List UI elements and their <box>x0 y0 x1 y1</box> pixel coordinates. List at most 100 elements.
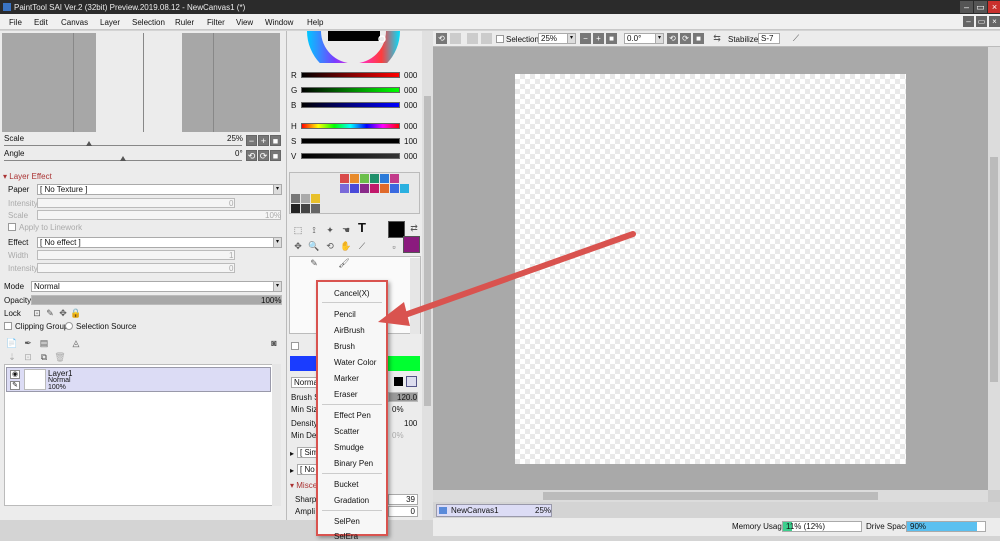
zoom-reset-button[interactable]: ■ <box>270 135 281 146</box>
swatch[interactable] <box>291 204 300 213</box>
new-linework-layer-icon[interactable]: ✒ <box>22 337 34 349</box>
canvas-zoom-reset-button[interactable]: ■ <box>606 33 617 44</box>
brush-tool-icon[interactable]: 🖌 <box>338 257 350 269</box>
swap-colors-icon[interactable]: ⇄ <box>408 222 420 234</box>
stabilizer-select[interactable]: S-7 <box>758 33 780 44</box>
flip-horizontal-icon[interactable]: ⇆ <box>711 32 723 44</box>
swatch[interactable] <box>400 184 409 193</box>
menu-item-brush[interactable]: Brush <box>334 342 355 351</box>
lock-transparency-icon[interactable]: ⊡ <box>31 307 43 319</box>
swatch[interactable] <box>370 184 379 193</box>
hand-tool-icon[interactable]: ✋ <box>340 240 352 252</box>
hue-slider[interactable] <box>301 123 400 129</box>
clear-layer-icon[interactable]: ⊡ <box>22 351 34 363</box>
menu-item-gradation[interactable]: Gradation <box>334 496 369 505</box>
canvas-vertical-scrollbar[interactable] <box>988 47 1000 490</box>
layer-list-scrollbar[interactable] <box>272 364 281 506</box>
new-folder-icon[interactable]: ▤ <box>38 337 50 349</box>
sharpness-value[interactable]: 39 <box>388 494 418 505</box>
transparent-color-icon[interactable]: ▫ <box>388 241 400 253</box>
swatch[interactable] <box>350 184 359 193</box>
rotate-reset-canvas-button[interactable]: ■ <box>693 33 704 44</box>
scale-effect-slider[interactable] <box>37 210 281 220</box>
menu-selection[interactable]: Selection <box>132 18 165 27</box>
swatch[interactable] <box>301 204 310 213</box>
text-tool-icon[interactable]: T <box>356 221 368 234</box>
apply-linework-checkbox[interactable] <box>8 223 16 231</box>
swatch[interactable] <box>301 194 310 203</box>
menu-item-marker[interactable]: Marker <box>334 374 359 383</box>
tool-grid-scrollbar[interactable] <box>410 258 420 334</box>
menu-filter[interactable]: Filter <box>207 18 225 27</box>
rotate-reset-button[interactable]: ■ <box>270 150 281 161</box>
menu-edit[interactable]: Edit <box>34 18 48 27</box>
rotate-tool-icon[interactable]: ⟲ <box>324 240 336 252</box>
doc-restore-button[interactable]: ▭ <box>976 16 987 27</box>
swatch[interactable] <box>340 184 349 193</box>
zoom-in-button[interactable]: + <box>258 135 269 146</box>
layer-select-icon[interactable]: ☚ <box>340 224 352 236</box>
paper-select[interactable]: [ No Texture ] ▾ <box>37 184 282 195</box>
swatch[interactable] <box>350 174 359 183</box>
swatch[interactable] <box>390 174 399 183</box>
angle-slider-thumb[interactable] <box>120 156 126 161</box>
duplicate-layer-icon[interactable]: ⧉ <box>38 351 50 363</box>
brush-size-preset-selected[interactable] <box>406 376 417 387</box>
color-wheel[interactable] <box>302 31 405 63</box>
menu-item-airbrush[interactable]: AirBrush <box>334 326 365 335</box>
menu-item-selpen[interactable]: SelPen <box>334 517 360 526</box>
menu-ruler[interactable]: Ruler <box>175 18 194 27</box>
swatch[interactable] <box>311 194 320 203</box>
scale-slider[interactable] <box>4 145 242 146</box>
redo-icon[interactable] <box>450 33 461 44</box>
swatch[interactable] <box>380 184 389 193</box>
amplitude-value[interactable]: 0 <box>388 506 418 517</box>
menu-item-cancel[interactable]: Cancel(X) <box>334 289 370 298</box>
canvas-zoom-out-button[interactable]: − <box>580 33 591 44</box>
invert-selection-button[interactable] <box>481 33 492 44</box>
doc-close-button[interactable]: × <box>989 16 1000 27</box>
menu-item-pencil[interactable]: Pencil <box>334 310 356 319</box>
pencil-icon[interactable]: ✎ <box>10 381 20 390</box>
secondary-color-swatch[interactable] <box>403 236 420 253</box>
minimize-button[interactable]: – <box>960 1 973 13</box>
move-tool-icon[interactable]: ✥ <box>292 240 304 252</box>
tool-panel-scroll-thumb[interactable] <box>424 96 431 406</box>
menu-item-eraser[interactable]: Eraser <box>334 390 358 399</box>
zoom-tool-icon[interactable]: 🔍 <box>308 240 320 252</box>
saturation-slider[interactable] <box>301 138 400 144</box>
canvas-zoom-in-button[interactable]: + <box>593 33 604 44</box>
delete-layer-icon[interactable]: 🗑 <box>54 351 66 363</box>
red-slider[interactable] <box>301 72 400 78</box>
intensity2-slider[interactable] <box>37 263 235 273</box>
swatch[interactable] <box>311 204 320 213</box>
menu-help[interactable]: Help <box>307 18 323 27</box>
brush-texture-expander[interactable]: ▸ <box>290 466 294 475</box>
line-tool-icon[interactable]: ⟋ <box>790 32 802 44</box>
scale-slider-thumb[interactable] <box>86 141 92 146</box>
misc-header[interactable]: ▾ Misce <box>290 481 317 490</box>
close-button[interactable]: × <box>988 1 1000 13</box>
blue-slider[interactable] <box>301 102 400 108</box>
lock-move-icon[interactable]: ✥ <box>57 307 69 319</box>
menu-item-smudge[interactable]: Smudge <box>334 443 364 452</box>
magic-wand-icon[interactable]: ✦ <box>324 224 336 236</box>
menu-item-selera[interactable]: SelEra <box>334 532 358 541</box>
swatch[interactable] <box>390 184 399 193</box>
lock-all-icon[interactable]: 🔒 <box>70 307 82 319</box>
menu-item-binary-pen[interactable]: Binary Pen <box>334 459 373 468</box>
swatch[interactable] <box>340 174 349 183</box>
doc-minimize-button[interactable]: – <box>963 16 974 27</box>
opacity-slider[interactable] <box>31 295 282 305</box>
pen-tool-icon[interactable]: ✎ <box>308 257 320 269</box>
deselect-button[interactable] <box>467 33 478 44</box>
swatch[interactable] <box>360 174 369 183</box>
menu-item-scatter[interactable]: Scatter <box>334 427 359 436</box>
swatch[interactable] <box>370 174 379 183</box>
layer-row[interactable]: ◉ ✎ Layer1 Normal 100% <box>6 367 271 392</box>
menu-canvas[interactable]: Canvas <box>61 18 88 27</box>
value-slider[interactable] <box>301 153 400 159</box>
eye-icon[interactable]: ◉ <box>10 370 20 379</box>
brush-texture-select[interactable]: [ No <box>297 464 317 475</box>
menu-item-bucket[interactable]: Bucket <box>334 480 358 489</box>
